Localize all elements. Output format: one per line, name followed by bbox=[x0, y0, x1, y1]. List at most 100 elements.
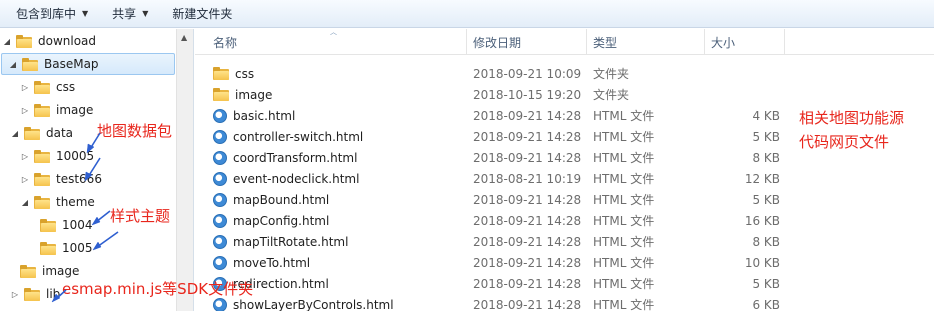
file-type: HTML 文件 bbox=[593, 109, 655, 123]
tree-item-label: css bbox=[56, 80, 76, 94]
column-name-label: 名称 bbox=[213, 35, 238, 50]
file-type: HTML 文件 bbox=[593, 193, 655, 207]
new-folder-button[interactable]: 新建文件夹 bbox=[162, 2, 242, 26]
tree-item-label: lib bbox=[46, 287, 61, 301]
html-file-icon bbox=[213, 108, 227, 123]
collapsed-arrow-icon[interactable]: ▷ bbox=[20, 106, 30, 115]
folder-icon bbox=[40, 241, 56, 255]
tree-item-label: test666 bbox=[56, 172, 102, 186]
file-size: 4 KB bbox=[752, 108, 780, 123]
file-date: 2018-09-21 14:28 bbox=[473, 192, 582, 207]
file-row[interactable]: mapTiltRotate.html 2018-09-21 14:28 HTML… bbox=[195, 231, 934, 252]
file-row[interactable]: image 2018-10-15 19:20 文件夹 bbox=[195, 84, 934, 105]
file-date: 2018-09-21 14:28 bbox=[473, 276, 582, 291]
file-name: css bbox=[235, 66, 255, 81]
tree-item-theme[interactable]: ◢ theme bbox=[20, 191, 95, 213]
file-row[interactable]: event-nodeclick.html 2018-08-21 10:19 HT… bbox=[195, 168, 934, 189]
file-name: moveTo.html bbox=[233, 255, 311, 270]
column-type[interactable]: 类型 bbox=[587, 29, 705, 55]
file-name: event-nodeclick.html bbox=[233, 171, 360, 186]
include-library-button[interactable]: 包含到库中 ▼ bbox=[6, 2, 98, 26]
tree-item-1005[interactable]: 1005 bbox=[40, 237, 93, 259]
collapsed-arrow-icon[interactable]: ▷ bbox=[20, 83, 30, 92]
tree-item-lib[interactable]: ▷ lib bbox=[10, 283, 60, 305]
scroll-up-icon[interactable]: ▲ bbox=[181, 33, 187, 42]
folder-icon bbox=[34, 172, 50, 186]
share-label: 共享 bbox=[112, 7, 137, 21]
file-type: HTML 文件 bbox=[593, 256, 655, 270]
tree-item-css[interactable]: ▷ css bbox=[20, 76, 75, 98]
tree-scrollbar[interactable]: ▲ bbox=[176, 29, 193, 311]
html-file-icon bbox=[213, 213, 227, 228]
file-size bbox=[715, 63, 780, 84]
file-row[interactable]: showLayerByControls.html 2018-09-21 14:2… bbox=[195, 294, 934, 311]
file-date: 2018-10-15 19:20 bbox=[473, 87, 582, 102]
pane-divider[interactable] bbox=[193, 29, 194, 311]
new-folder-label: 新建文件夹 bbox=[172, 7, 233, 21]
file-size: 10 KB bbox=[744, 255, 780, 270]
collapsed-arrow-icon[interactable]: ▷ bbox=[10, 290, 20, 299]
tree-item-1004[interactable]: 1004 bbox=[40, 214, 93, 236]
expanded-arrow-icon[interactable]: ◢ bbox=[20, 198, 30, 207]
file-row[interactable]: mapConfig.html 2018-09-21 14:28 HTML 文件 … bbox=[195, 210, 934, 231]
file-type: HTML 文件 bbox=[593, 151, 655, 165]
expanded-arrow-icon[interactable]: ◢ bbox=[2, 37, 12, 46]
share-button[interactable]: 共享 ▼ bbox=[102, 2, 158, 26]
file-size: 5 KB bbox=[752, 276, 780, 291]
file-type: 文件夹 bbox=[593, 67, 630, 81]
file-date: 2018-09-21 14:28 bbox=[473, 213, 582, 228]
tree-item-label: data bbox=[46, 126, 74, 140]
html-file-icon bbox=[213, 129, 227, 144]
tree-item-download[interactable]: ◢ download bbox=[2, 30, 96, 52]
file-name: mapBound.html bbox=[233, 192, 330, 207]
folder-icon bbox=[24, 126, 40, 140]
tree-item-10005[interactable]: ▷ 10005 bbox=[20, 145, 94, 167]
file-size: 12 KB bbox=[744, 171, 780, 186]
column-size-label: 大小 bbox=[711, 35, 736, 50]
folder-icon bbox=[22, 57, 38, 71]
navigation-tree: ◢ download ◢ BaseMap ▷ css ▷ image ◢ dat… bbox=[0, 29, 176, 311]
column-date[interactable]: 修改日期 bbox=[467, 29, 587, 55]
folder-icon bbox=[24, 287, 40, 301]
file-row[interactable]: css 2018-09-21 10:09 文件夹 bbox=[195, 63, 934, 84]
file-name: mapConfig.html bbox=[233, 213, 330, 228]
expanded-arrow-icon[interactable]: ◢ bbox=[10, 129, 20, 138]
tree-item-label: image bbox=[56, 103, 94, 117]
tree-item-test666[interactable]: ▷ test666 bbox=[20, 168, 102, 190]
file-name: controller-switch.html bbox=[233, 129, 364, 144]
file-row[interactable]: redirection.html 2018-09-21 14:28 HTML 文… bbox=[195, 273, 934, 294]
collapsed-arrow-icon[interactable]: ▷ bbox=[20, 152, 30, 161]
file-date: 2018-08-21 10:19 bbox=[473, 171, 582, 186]
file-date: 2018-09-21 14:28 bbox=[473, 108, 582, 123]
tree-item-label: theme bbox=[56, 195, 95, 209]
file-date: 2018-09-21 14:28 bbox=[473, 255, 582, 270]
tree-item-label: download bbox=[38, 34, 97, 48]
tree-item-label: image bbox=[42, 264, 80, 278]
folder-icon bbox=[213, 67, 229, 80]
file-type: HTML 文件 bbox=[593, 214, 655, 228]
file-row[interactable]: mapBound.html 2018-09-21 14:28 HTML 文件 5… bbox=[195, 189, 934, 210]
file-date: 2018-09-21 14:28 bbox=[473, 297, 582, 311]
chevron-down-icon: ▼ bbox=[82, 9, 89, 18]
file-size: 8 KB bbox=[752, 234, 780, 249]
tree-item-image[interactable]: ▷ image bbox=[20, 99, 93, 121]
html-file-icon bbox=[213, 150, 227, 165]
command-bar: 包含到库中 ▼ 共享 ▼ 新建文件夹 bbox=[0, 0, 934, 28]
file-size: 5 KB bbox=[752, 129, 780, 144]
file-row[interactable]: moveTo.html 2018-09-21 14:28 HTML 文件 10 … bbox=[195, 252, 934, 273]
file-type: 文件夹 bbox=[593, 88, 630, 102]
file-type: HTML 文件 bbox=[593, 172, 655, 186]
expanded-arrow-icon[interactable]: ◢ bbox=[8, 60, 18, 69]
collapsed-arrow-icon[interactable]: ▷ bbox=[20, 175, 30, 184]
column-name[interactable]: 名称 bbox=[195, 29, 467, 55]
file-size: 5 KB bbox=[752, 192, 780, 207]
folder-icon bbox=[34, 80, 50, 94]
file-type: HTML 文件 bbox=[593, 277, 655, 291]
html-file-icon bbox=[213, 171, 227, 186]
file-name: mapTiltRotate.html bbox=[233, 234, 349, 249]
tree-item-basemap[interactable]: ◢ BaseMap bbox=[1, 53, 175, 75]
column-size[interactable]: 大小 bbox=[705, 29, 785, 55]
folder-icon bbox=[20, 264, 36, 278]
html-file-icon bbox=[213, 234, 227, 249]
tree-item-data[interactable]: ◢ data bbox=[10, 122, 73, 144]
